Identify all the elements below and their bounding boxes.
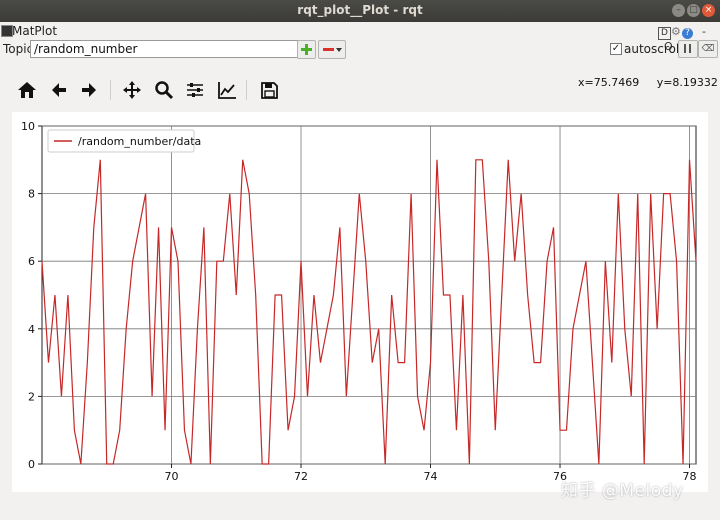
line-chart[interactable]: 0246810 70 72 74 76 78 /random_number/data <box>12 112 708 492</box>
clear-button[interactable]: ⌫ <box>698 40 718 58</box>
toolbar-separator <box>246 80 247 100</box>
plugin-title: MatPlot <box>12 24 58 38</box>
pause-button[interactable] <box>678 40 698 58</box>
x-tick-label: 70 <box>165 470 179 483</box>
configure-subplots-button[interactable] <box>182 78 208 102</box>
pan-icon <box>123 81 141 99</box>
maximize-button[interactable]: □ <box>687 4 700 17</box>
cursor-coordinates: x=75.7469 y=8.19332 <box>578 76 718 89</box>
gear-icon[interactable]: ⚙ <box>671 26 682 37</box>
cursor-y: y=8.19332 <box>656 76 718 89</box>
window-titlebar: rqt_plot__Plot - rqt – □ × <box>0 0 720 22</box>
y-tick-label: 6 <box>28 255 35 268</box>
save-button[interactable] <box>256 78 282 102</box>
help-icon[interactable]: ? <box>682 28 693 39</box>
legend: /random_number/data <box>47 129 201 153</box>
pan-button[interactable] <box>119 78 145 102</box>
zoom-button[interactable] <box>151 78 177 102</box>
zoom-icon <box>155 81 174 100</box>
minimize-button[interactable]: – <box>672 4 685 17</box>
y-tick-label: 2 <box>28 390 35 403</box>
toolbar-separator <box>110 80 111 100</box>
remove-topic-button[interactable] <box>318 40 346 59</box>
cursor-x: x=75.7469 <box>578 76 640 89</box>
add-topic-button[interactable] <box>297 40 316 59</box>
dash-button[interactable]: - <box>702 25 706 38</box>
home-button[interactable] <box>14 78 40 102</box>
y-axis-ticks: 0 2 4 6 8 10 <box>21 120 42 471</box>
topic-row: Topic ✓ autoscroll ⌫ <box>0 40 720 60</box>
y-tick-label: 4 <box>28 323 35 336</box>
autoscroll-checkbox[interactable]: ✓ <box>610 43 622 55</box>
d-button[interactable]: D <box>658 27 671 40</box>
forward-arrow-icon <box>82 83 96 97</box>
home-icon <box>18 82 36 98</box>
edit-axes-button[interactable] <box>214 78 240 102</box>
topic-input[interactable] <box>30 40 302 58</box>
x-tick-label: 72 <box>294 470 308 483</box>
autoscroll-label: autoscroll <box>624 42 683 56</box>
plot-area <box>41 125 697 465</box>
close-button[interactable]: × <box>702 4 715 17</box>
topic-label: Topic <box>3 42 34 56</box>
save-icon <box>261 82 278 99</box>
legend-label: /random_number/data <box>78 135 201 148</box>
y-tick-label: 0 <box>28 458 35 471</box>
x-tick-label: 74 <box>424 470 438 483</box>
y-tick-label: 8 <box>28 188 35 201</box>
plugin-header: MatPlot D ⚙? -O <box>0 22 720 53</box>
x-tick-label: 78 <box>683 470 697 483</box>
plot-figure[interactable]: 0 2 4 6 8 10 70 72 74 76 78 /random_number/data <box>12 112 708 492</box>
y-tick-label: 10 <box>21 120 35 133</box>
back-button[interactable] <box>46 78 72 102</box>
back-arrow-icon <box>52 83 66 97</box>
configure-subplots-icon <box>187 83 203 97</box>
watermark: 知乎 @Melody <box>561 481 684 501</box>
forward-button[interactable] <box>76 78 102 102</box>
edit-axes-icon <box>218 82 236 99</box>
window-title: rqt_plot__Plot - rqt <box>297 3 423 17</box>
